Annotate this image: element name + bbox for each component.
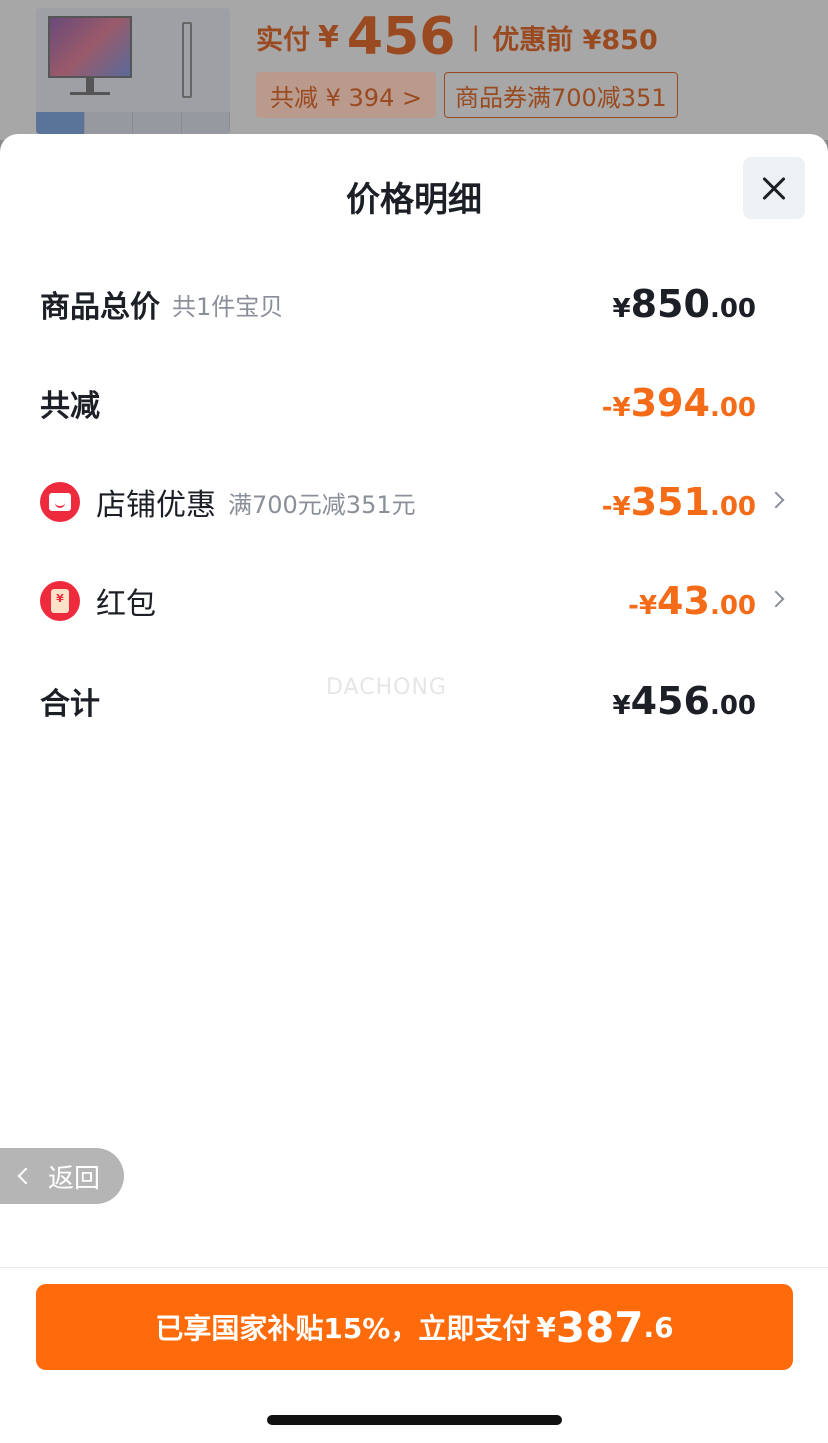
- row-red-packet[interactable]: 红包 -¥43.00: [40, 571, 785, 631]
- row-label: 共减: [40, 389, 100, 424]
- product-thumbnail[interactable]: [36, 8, 230, 134]
- row-label: 商品总价: [40, 290, 160, 325]
- back-button[interactable]: 返回: [0, 1148, 124, 1204]
- paid-amount: 实付 ¥ 456 | 优惠前 ¥850: [256, 7, 658, 67]
- close-icon[interactable]: [743, 157, 805, 219]
- home-indicator[interactable]: [267, 1415, 562, 1425]
- spec-table: [36, 112, 230, 134]
- row-total-reduction: 共减 -¥ 394.00: [40, 373, 756, 433]
- pay-now-button[interactable]: 已享国家补贴15%，立即支付 ¥ 387 .6: [36, 1284, 793, 1370]
- chevron-right-icon[interactable]: [767, 590, 785, 608]
- back-arrow-icon: [17, 1167, 35, 1185]
- store-icon: [40, 482, 80, 522]
- chevron-right-icon[interactable]: [767, 491, 785, 509]
- reduction-amount: -¥ 394.00: [601, 381, 756, 425]
- coupon-chip[interactable]: 商品券满700减351: [444, 72, 678, 118]
- total-reduction-chip[interactable]: 共减 ¥ 394 >: [256, 72, 437, 118]
- watermark: DACHONG: [326, 675, 447, 700]
- sum-amount: ¥456.00: [612, 679, 756, 723]
- total-amount: ¥850.00: [612, 282, 756, 326]
- sheet-title: 价格明细: [346, 180, 482, 220]
- shop-discount-amount: -¥ 351.00: [601, 480, 756, 524]
- red-packet-icon: [40, 581, 80, 621]
- back-label: 返回: [48, 1163, 101, 1194]
- discount-rule: 满700元减351元: [228, 490, 416, 519]
- monitor-image: [48, 16, 132, 78]
- red-packet-amount: -¥ 43.00: [628, 579, 756, 623]
- row-label: 合计: [40, 687, 100, 722]
- row-shop-discount[interactable]: 店铺优惠 满700元减351元 -¥ 351.00: [40, 472, 785, 532]
- price-detail-sheet: 价格明细 商品总价 共1件宝贝 ¥850.00 共减 -¥ 394.00 店铺优惠…: [0, 134, 828, 1443]
- row-total-price: 商品总价 共1件宝贝 ¥850.00: [40, 274, 756, 334]
- order-summary-header: 实付 ¥ 456 | 优惠前 ¥850 共减 ¥ 394 > 商品券满700减3…: [0, 0, 828, 140]
- divider: [0, 1267, 828, 1268]
- row-label: 店铺优惠: [96, 488, 216, 523]
- item-count: 共1件宝贝: [172, 292, 284, 321]
- row-label: 红包: [96, 587, 156, 622]
